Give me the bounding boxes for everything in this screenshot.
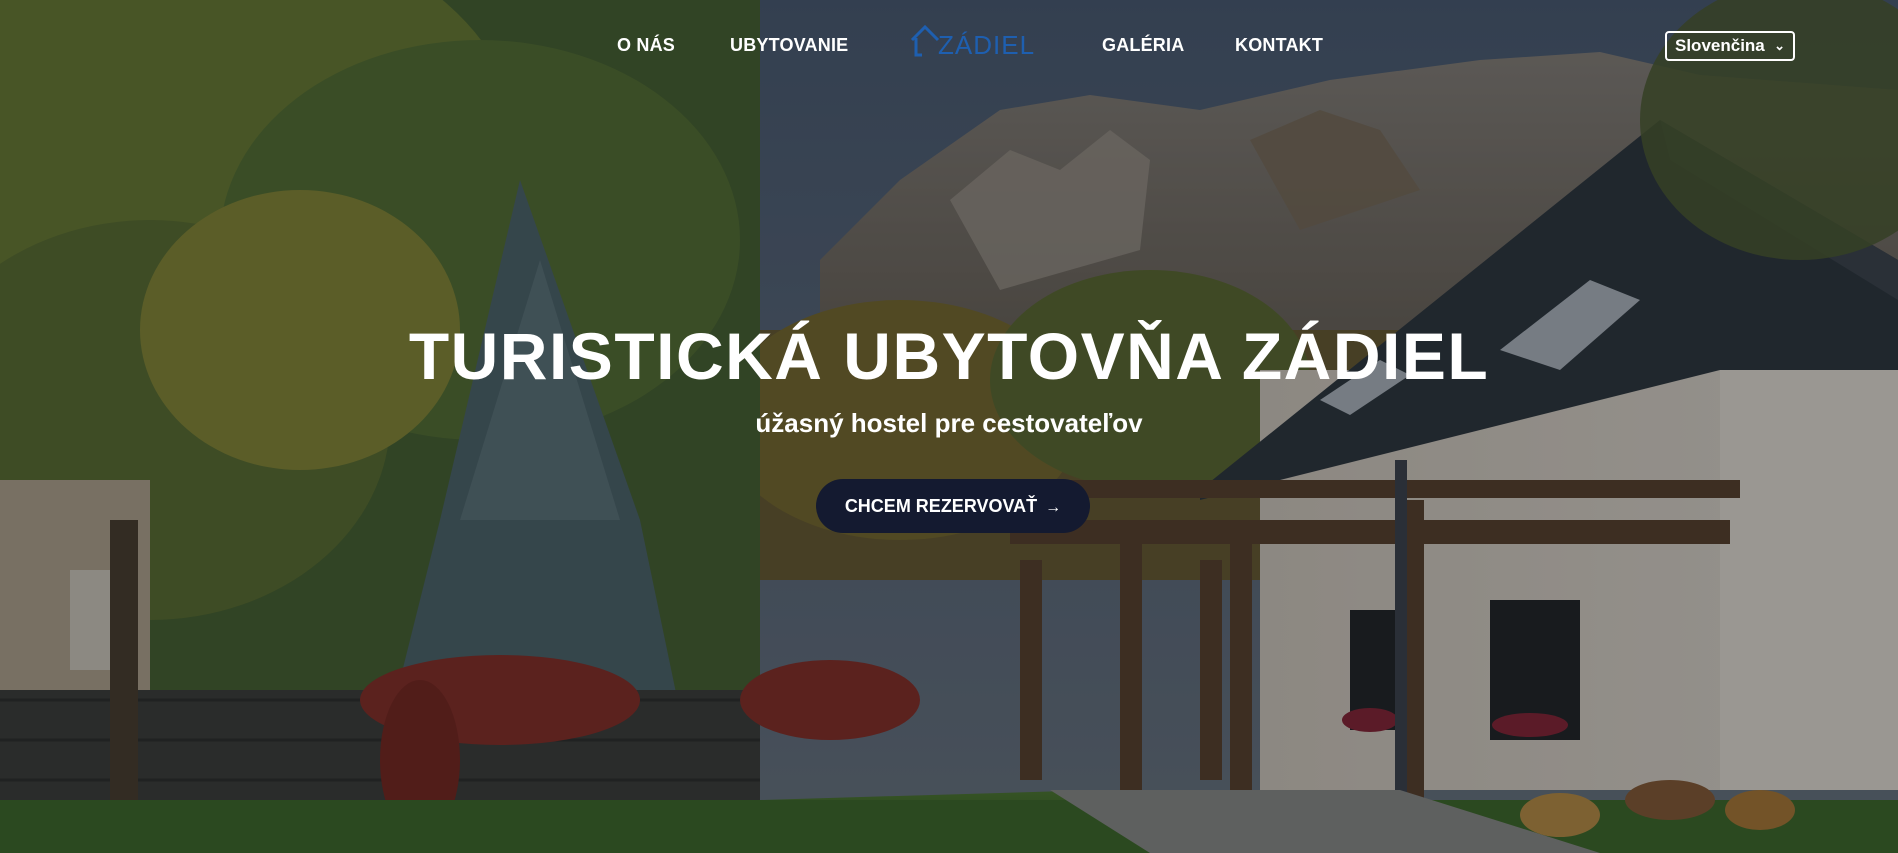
main-navigation: O NÁS UBYTOVANIE ZÁDIEL GALÉRIA KONTAKT … <box>0 0 1898 90</box>
arrow-right-icon: → <box>1045 499 1062 516</box>
nav-item-ubytovanie[interactable]: UBYTOVANIE <box>730 35 848 56</box>
chevron-down-icon: ⌄ <box>1774 38 1785 53</box>
hero-title: TURISTICKÁ UBYTOVŇA ZÁDIEL <box>408 319 1490 393</box>
hero-subtitle: úžasný hostel pre cestovateľov <box>755 408 1143 438</box>
logo-text: ZÁDIEL <box>938 30 1036 60</box>
book-now-label: CHCEM REZERVOVAŤ <box>844 496 1038 516</box>
language-selected-value: Slovenčina <box>1675 36 1765 55</box>
site-logo[interactable]: ZÁDIEL <box>910 22 1042 60</box>
language-select[interactable]: Slovenčina ⌄ <box>1665 31 1795 61</box>
nav-item-galeria[interactable]: GALÉRIA <box>1102 35 1184 56</box>
nav-item-o-nas[interactable]: O NÁS <box>617 35 675 56</box>
house-roof-icon <box>910 24 940 57</box>
nav-item-kontakt[interactable]: KONTAKT <box>1235 35 1323 56</box>
hero-section: O NÁS UBYTOVANIE ZÁDIEL GALÉRIA KONTAKT … <box>0 0 1898 853</box>
book-now-button[interactable]: CHCEM REZERVOVAŤ → <box>816 479 1090 533</box>
